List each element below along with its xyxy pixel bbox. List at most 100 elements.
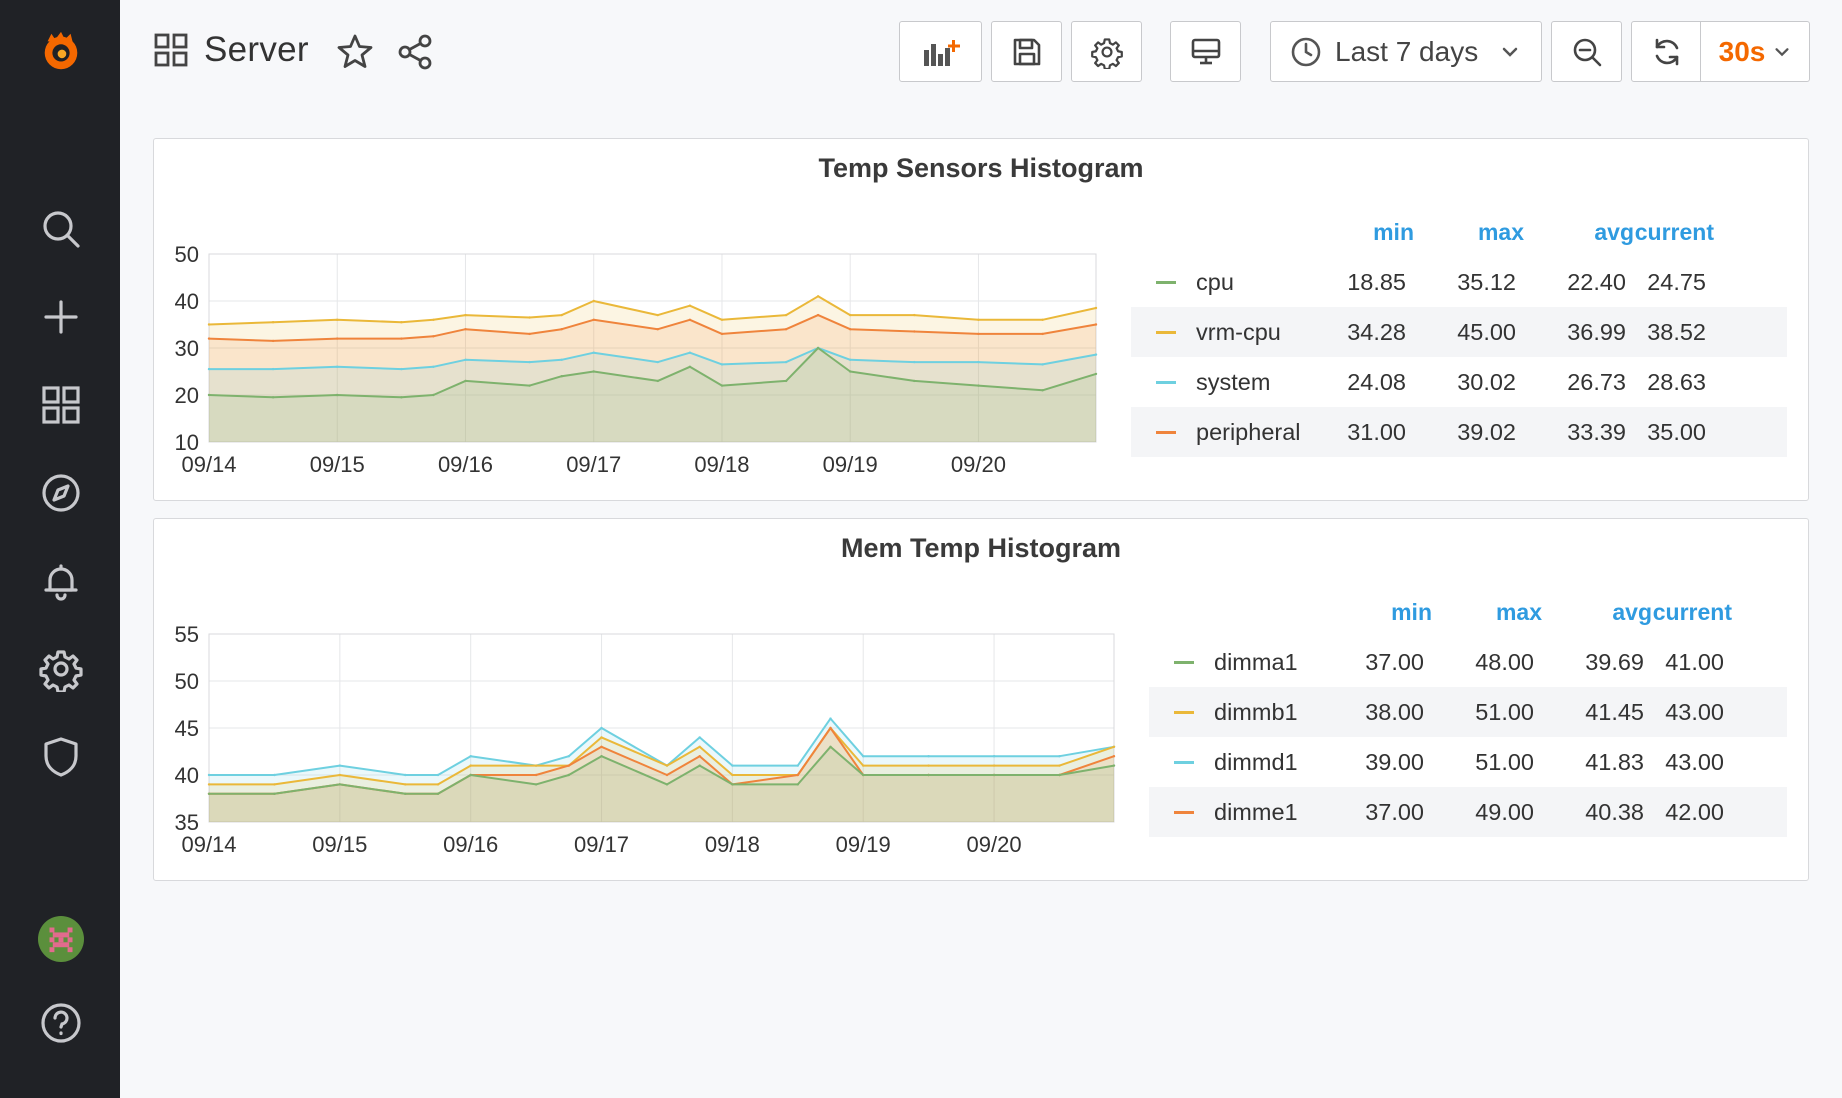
data-point-dimmb1 [992, 764, 996, 767]
legend-header-max[interactable]: max [1478, 219, 1524, 246]
data-point-dimmb1 [600, 736, 603, 739]
legend-series-swatch[interactable] [1174, 660, 1194, 664]
search-icon[interactable] [30, 198, 92, 260]
data-point-system [464, 358, 467, 361]
data-point-vrm-cpu [784, 313, 788, 317]
data-point-cpu [816, 346, 820, 350]
legend-series-name[interactable]: vrm-cpu [1196, 319, 1281, 346]
data-point-dimmd1 [567, 755, 570, 758]
legend-row-dimmd1[interactable]: dimmd1 39.00 51.00 41.83 43.00 [1149, 737, 1787, 787]
save-dashboard-button[interactable] [991, 21, 1062, 82]
legend-series-swatch[interactable] [1156, 280, 1176, 284]
legend-series-name[interactable]: dimmd1 [1214, 749, 1298, 776]
data-point-vrm-cpu [720, 318, 724, 321]
mem-temp-graph[interactable]: 354045505509/14 09/15 09/16 09/17 09/18 09/19… [154, 589, 1124, 869]
data-point-peripheral [849, 328, 852, 331]
data-point-peripheral [528, 332, 531, 336]
cycle-view-mode-button[interactable] [1170, 21, 1241, 82]
data-point-peripheral [656, 328, 659, 331]
data-point-dimmb1 [862, 764, 865, 767]
legend-series-swatch[interactable] [1156, 430, 1176, 434]
data-point-cpu [720, 384, 724, 387]
legend-header-min[interactable]: min [1391, 599, 1432, 626]
legend-row-system[interactable]: system 24.08 30.02 26.73 28.63 [1131, 357, 1787, 407]
refresh-interval-picker[interactable]: 30s [1700, 21, 1810, 82]
add-panel-button[interactable] [899, 21, 982, 82]
dashboard-title[interactable]: Server [204, 30, 309, 70]
shield-icon[interactable] [30, 726, 92, 788]
legend-value-min: 34.28 [1347, 318, 1406, 345]
legend-header-current[interactable]: current [1653, 599, 1732, 626]
data-point-peripheral [1041, 332, 1044, 336]
y-tick-label: 50 [175, 242, 199, 267]
data-point-peripheral [977, 332, 980, 336]
gear-icon [1090, 37, 1123, 69]
data-point-dimme1 [829, 726, 832, 730]
dashboards-grid-icon[interactable] [30, 374, 92, 436]
legend-series-name[interactable]: dimma1 [1214, 649, 1298, 676]
user-avatar[interactable] [30, 908, 92, 970]
legend-header-current[interactable]: current [1635, 219, 1714, 246]
legend-row-vrm-cpu[interactable]: vrm-cpu 34.28 45.00 36.99 38.52 [1131, 307, 1787, 357]
legend-header-avg[interactable]: avg [1594, 219, 1634, 246]
data-point-peripheral [913, 330, 916, 333]
legend-header-avg[interactable]: avg [1612, 599, 1652, 626]
panel-title[interactable]: Mem Temp Histogram [154, 533, 1808, 564]
mem-temp-legend: min max avg current dimma1 37.00 48.00 39.69 41.… [1149, 599, 1787, 849]
data-point-dimmb1 [927, 764, 930, 767]
legend-value-max: 49.00 [1475, 798, 1534, 825]
legend-value-min: 18.85 [1347, 268, 1406, 295]
help-icon[interactable] [30, 992, 92, 1054]
legend-series-swatch[interactable] [1156, 330, 1176, 334]
data-point-vrm-cpu [432, 318, 435, 321]
legend-header-max[interactable]: max [1496, 599, 1542, 626]
legend-row-dimme1[interactable]: dimme1 37.00 49.00 40.38 42.00 [1149, 787, 1787, 837]
x-tick-label: 09/14 [181, 452, 236, 477]
x-tick-label: 09/20 [967, 832, 1022, 857]
legend-row-dimmb1[interactable]: dimmb1 38.00 51.00 41.45 43.00 [1149, 687, 1787, 737]
data-point-vrm-cpu [271, 321, 275, 324]
x-tick-label: 09/18 [705, 832, 760, 857]
grafana-logo-icon[interactable] [30, 20, 92, 82]
compass-icon[interactable] [30, 462, 92, 524]
plus-icon[interactable] [30, 286, 92, 348]
share-icon[interactable] [395, 32, 435, 72]
data-point-system [720, 363, 724, 366]
legend-series-swatch[interactable] [1174, 710, 1194, 714]
data-point-vrm-cpu [913, 313, 916, 317]
legend-series-swatch[interactable] [1174, 810, 1194, 814]
legend-header-min[interactable]: min [1373, 219, 1414, 246]
legend-value-current: 43.00 [1665, 698, 1724, 725]
legend-row-dimma1[interactable]: dimma1 37.00 48.00 39.69 41.00 [1149, 637, 1787, 687]
gear-icon[interactable] [30, 638, 92, 700]
legend-row-cpu[interactable]: cpu 18.85 35.12 22.40 24.75 [1131, 257, 1787, 307]
legend-series-name[interactable]: dimmb1 [1214, 699, 1298, 726]
time-range-picker[interactable]: Last 7 days [1270, 21, 1542, 82]
data-point-system [336, 365, 339, 368]
legend-value-max: 51.00 [1475, 698, 1534, 725]
legend-series-name[interactable]: peripheral [1196, 419, 1301, 446]
data-point-dimma1 [469, 773, 472, 777]
data-point-peripheral [816, 313, 820, 317]
legend-series-swatch[interactable] [1174, 760, 1194, 764]
data-point-dimme1 [665, 773, 669, 777]
data-point-system [400, 367, 403, 371]
data-point-dimma1 [534, 783, 538, 786]
dashboard-settings-button[interactable] [1071, 21, 1142, 82]
temp-sensors-graph[interactable]: 102030405009/14 09/15 09/16 09/17 09/18 09/19… [154, 209, 1104, 489]
data-point-cpu [271, 396, 275, 399]
star-icon[interactable] [335, 32, 375, 72]
x-tick-label: 09/18 [694, 452, 749, 477]
legend-row-peripheral[interactable]: peripheral 31.00 39.02 33.39 35.00 [1131, 407, 1787, 457]
data-point-peripheral [592, 318, 595, 321]
panel-title[interactable]: Temp Sensors Histogram [154, 153, 1808, 184]
legend-value-max: 30.02 [1457, 368, 1516, 395]
refresh-button[interactable] [1631, 21, 1702, 82]
legend-series-name[interactable]: cpu [1196, 269, 1234, 296]
x-tick-label: 09/17 [574, 832, 629, 857]
legend-series-swatch[interactable] [1156, 380, 1176, 384]
bell-icon[interactable] [30, 550, 92, 612]
zoom-out-button[interactable] [1551, 21, 1622, 82]
legend-series-name[interactable]: dimme1 [1214, 799, 1298, 826]
legend-series-name[interactable]: system [1196, 369, 1270, 396]
